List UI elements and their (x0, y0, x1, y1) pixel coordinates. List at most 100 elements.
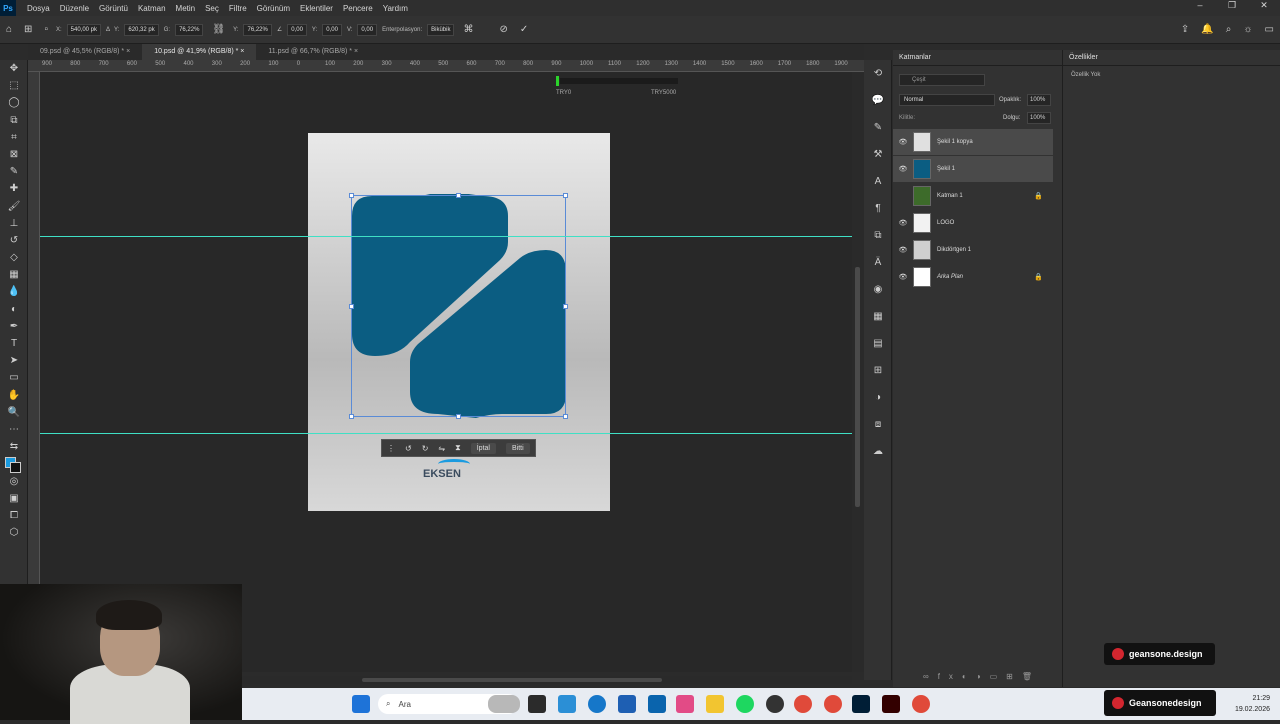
eye-icon[interactable]: 👁 (893, 273, 913, 281)
tab-09[interactable]: 09.psd @ 45,5% (RGB/8) * × (28, 44, 143, 60)
flip-horizontal-icon[interactable]: ⇋ (438, 444, 445, 453)
styles-panel-icon[interactable]: ⧉ (864, 222, 892, 249)
healing-tool-icon[interactable]: ✚ (0, 180, 28, 197)
handle-middle-right[interactable] (563, 304, 568, 309)
app-icon[interactable] (766, 695, 784, 713)
libraries-panel-icon[interactable]: ⧈ (864, 411, 892, 438)
instagram-icon[interactable] (676, 695, 694, 713)
layer-row[interactable]: 👁 Şekil 1 (893, 156, 1053, 182)
maximize-icon[interactable]: ❐ (1216, 0, 1248, 11)
windows-start-icon[interactable] (352, 695, 370, 713)
workspace-icon[interactable]: ☼ (1243, 24, 1252, 35)
handle-top-left[interactable] (349, 193, 354, 198)
layer-row[interactable]: 👁 Şekil 1 kopya (893, 129, 1053, 155)
color-panel-icon[interactable]: ◉ (864, 276, 892, 303)
done-button[interactable]: Bitti (505, 442, 530, 454)
link-icon[interactable]: ⛓ (212, 24, 225, 35)
menu-view[interactable]: Görünüm (252, 4, 295, 13)
close-icon[interactable]: ✕ (1248, 0, 1280, 11)
menu-help[interactable]: Yardım (378, 4, 413, 13)
marquee-tool-icon[interactable]: ⬚ (0, 77, 28, 94)
gradients-panel-icon[interactable]: ▤ (864, 330, 892, 357)
transform-icon[interactable]: ⊞ (24, 24, 32, 35)
home-icon[interactable]: ⌂ (6, 24, 12, 35)
layer-row[interactable]: 👁 LOGO (893, 210, 1053, 236)
cloud-panel-icon[interactable]: ☁ (864, 438, 892, 465)
task-view-icon[interactable] (528, 695, 546, 713)
photoshop-taskbar-icon[interactable] (852, 695, 870, 713)
copilot-icon[interactable] (558, 695, 576, 713)
handle-top-center[interactable] (456, 193, 461, 198)
type-tool-icon[interactable]: T (0, 335, 28, 352)
drag-handle-icon[interactable]: ⋮ (387, 444, 395, 453)
search-icon[interactable]: ⌕ (1226, 24, 1232, 35)
blur-tool-icon[interactable]: 💧 (0, 283, 28, 300)
swap-colors-icon[interactable]: ⇆ (0, 438, 28, 455)
gradient-tool-icon[interactable]: ▦ (0, 266, 28, 283)
rotate-left-icon[interactable]: ↺ (405, 444, 412, 453)
zoom-tool-icon[interactable]: 🔍 (0, 404, 28, 421)
adjustments-panel-icon[interactable]: ◑ (864, 384, 892, 411)
vertical-scrollbar[interactable] (852, 72, 864, 672)
handle-top-right[interactable] (563, 193, 568, 198)
handle-middle-left[interactable] (349, 304, 354, 309)
bell-icon[interactable]: 🔔 (1201, 24, 1213, 35)
horizontal-guide[interactable] (40, 433, 852, 434)
widget-icon[interactable] (488, 695, 520, 713)
handle-bottom-center[interactable] (456, 414, 461, 419)
commit-transform-icon[interactable]: ✓ (520, 24, 528, 35)
move-tool-icon[interactable]: ✥ (0, 60, 28, 77)
dodge-tool-icon[interactable]: ◐ (0, 301, 28, 318)
color-swatches-icon[interactable] (0, 455, 28, 474)
object-select-tool-icon[interactable]: ⧉ (0, 112, 28, 129)
quick-mask-icon[interactable]: ◎ (0, 473, 28, 490)
transform-bounding-box[interactable] (349, 193, 568, 419)
menu-filter[interactable]: Filtre (224, 4, 252, 13)
menu-select[interactable]: Seç (200, 4, 224, 13)
menu-layer[interactable]: Katman (133, 4, 171, 13)
frame-tool-icon[interactable]: ⊠ (0, 146, 28, 163)
menu-image[interactable]: Görüntü (94, 4, 133, 13)
frame-mode-icon[interactable]: ⧠ (0, 507, 28, 524)
history-brush-icon[interactable]: ↺ (0, 232, 28, 249)
blend-mode-select[interactable]: Normal (899, 94, 995, 106)
eye-icon[interactable]: 👁 (893, 138, 913, 146)
menu-edit[interactable]: Düzenle (55, 4, 94, 13)
history-panel-icon[interactable]: ⟲ (864, 60, 892, 87)
spotify-icon[interactable] (736, 695, 754, 713)
chrome-icon[interactable] (824, 695, 842, 713)
hskew-field[interactable]: 0,00 (322, 23, 342, 36)
angle-field[interactable]: 0,00 (287, 23, 307, 36)
eraser-tool-icon[interactable]: ◇ (0, 249, 28, 266)
horizontal-guide[interactable] (40, 236, 852, 237)
pen-tool-icon[interactable]: ✒ (0, 318, 28, 335)
swatches-panel-icon[interactable]: ▦ (864, 303, 892, 330)
store-icon[interactable] (618, 695, 636, 713)
share-icon[interactable]: ⇪ (1181, 24, 1189, 35)
taskbar-clock[interactable]: 21:29 19.02.2026 (1235, 693, 1270, 715)
scroll-thumb[interactable] (855, 267, 860, 507)
chrome-icon[interactable] (912, 695, 930, 713)
layer-filter-input[interactable]: Çeşit (899, 74, 985, 86)
lasso-tool-icon[interactable]: ◯ (0, 94, 28, 111)
adjust-panel-icon[interactable]: ⚒ (864, 141, 892, 168)
eye-icon[interactable]: 👁 (893, 219, 913, 227)
eyedropper-tool-icon[interactable]: ✎ (0, 163, 28, 180)
cancel-button[interactable]: İptal (470, 442, 496, 454)
edge-icon[interactable] (588, 695, 606, 713)
layer-row[interactable]: 👁 Dikdörtgen 1 (893, 237, 1053, 263)
layer-row[interactable]: 👁 Arka Plan 🔒 (893, 264, 1053, 290)
screen-mode-icon[interactable]: ▣ (0, 490, 28, 507)
menu-plugins[interactable]: Eklentiler (295, 4, 338, 13)
vskew-field[interactable]: 0,00 (357, 23, 378, 36)
width-field[interactable]: 76,22% (175, 23, 204, 36)
menu-file[interactable]: Dosya (22, 4, 55, 13)
path-select-tool-icon[interactable]: ➤ (0, 352, 28, 369)
explorer-icon[interactable] (706, 695, 724, 713)
tab-10[interactable]: 10.psd @ 41,9% (RGB/8) * × (142, 44, 257, 60)
more-tools-icon[interactable]: ⋯ (0, 421, 28, 438)
x-field[interactable]: 540,00 pk (66, 23, 102, 36)
tab-11[interactable]: 11.psd @ 66,7% (RGB/8) * × (256, 44, 371, 60)
layers-footer-icons[interactable]: ∞fx◐◑▭⊞🗑 (923, 672, 1041, 681)
share-tool-icon[interactable]: ⬡ (0, 524, 28, 541)
